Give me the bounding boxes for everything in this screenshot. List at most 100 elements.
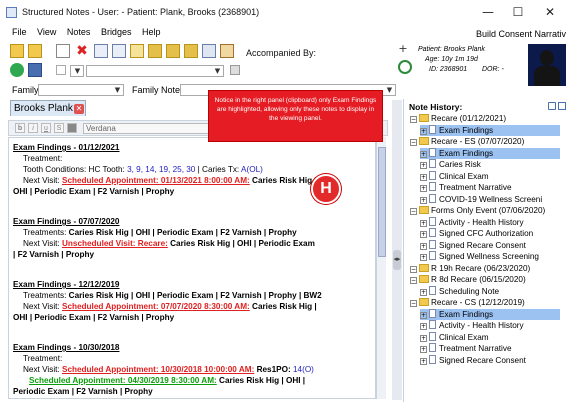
save-icon[interactable] [28, 63, 42, 77]
note-icon[interactable] [130, 44, 144, 58]
build-consent-narratives-link[interactable]: Build Consent Narratives [476, 29, 566, 39]
app-icon [6, 7, 17, 18]
history-item-label: Recare (01/12/2021) [431, 114, 507, 123]
history-item-label: Exam Findings [439, 309, 494, 319]
bold-button[interactable]: b [15, 123, 25, 133]
italic-button[interactable]: i [28, 123, 38, 133]
collapse-icon[interactable]: − [410, 139, 417, 146]
collapse-icon[interactable]: − [410, 116, 417, 123]
collapse-icon[interactable]: − [410, 300, 417, 307]
history-item-label: Recare - CS (12/12/2019) [431, 298, 525, 307]
annotation-callout: Notice in the right panel (clipboard) on… [208, 90, 383, 142]
history-folder[interactable]: − Forms Only Event (07/06/2020) [410, 205, 545, 216]
notes-scrollbar[interactable] [376, 137, 386, 399]
lock-icon[interactable] [148, 44, 162, 58]
expand-icon[interactable]: + [420, 323, 427, 330]
history-note[interactable]: + Clinical Exam [420, 170, 489, 182]
strike-button[interactable]: S [54, 123, 64, 133]
menu-bridges[interactable]: Bridges [101, 27, 132, 37]
history-note[interactable]: + Clinical Exam [420, 331, 489, 343]
refresh-icon[interactable] [10, 63, 24, 77]
family-dropdown[interactable]: ▼ [38, 84, 124, 96]
history-item-label: Signed Recare Consent [439, 355, 526, 365]
print-icon[interactable] [202, 44, 216, 58]
menu-help[interactable]: Help [142, 27, 161, 37]
color-button[interactable] [67, 123, 77, 133]
copy-icon[interactable] [94, 44, 108, 58]
small-document-icon[interactable] [56, 65, 66, 75]
maximize-button[interactable]: ☐ [508, 4, 528, 20]
nav-icon[interactable] [230, 65, 240, 75]
template-dropdown[interactable]: ▼ [86, 65, 224, 77]
expand-icon[interactable]: + [420, 254, 427, 261]
history-note[interactable]: + Treatment Narrative [420, 182, 512, 193]
add-icon[interactable]: + [398, 43, 408, 54]
history-note[interactable]: + Caries Risk [420, 159, 481, 170]
history-folder[interactable]: − R 19h Recare (06/23/2020) [410, 263, 530, 274]
menu-view[interactable]: View [37, 27, 56, 37]
next-visit: Next Visit: Unscheduled Visit: Recare: C… [23, 239, 315, 248]
tab-brooks-plank[interactable]: Brooks Plank ✕ [10, 100, 86, 116]
history-item-label: Signed Wellness Screening [439, 252, 539, 261]
close-tab-icon[interactable]: ✕ [74, 104, 84, 114]
history-note[interactable]: + Signed CFC Authorization [420, 228, 533, 239]
expand-icon[interactable]: + [420, 311, 427, 319]
history-folder[interactable]: − Recare - ES (07/07/2020) [410, 136, 524, 147]
collapse-icon[interactable]: − [410, 277, 417, 284]
history-note[interactable]: + Exam Findings [420, 147, 560, 159]
history-folder[interactable]: − R 8d Recare (06/15/2020) [410, 274, 526, 285]
filter-icon[interactable] [548, 102, 556, 110]
minimize-button[interactable]: — [478, 4, 498, 20]
panel-splitter[interactable]: ◂▸ [392, 100, 402, 400]
expand-icon[interactable]: + [420, 150, 427, 158]
patient-search-icon[interactable] [398, 60, 412, 74]
expand-icon[interactable]: + [420, 219, 427, 227]
history-folder[interactable]: − Recare - CS (12/12/2019) [410, 297, 525, 308]
open-folder-icon[interactable] [10, 44, 24, 58]
menu-file[interactable]: File [12, 27, 27, 37]
lock-all-icon[interactable] [184, 44, 198, 58]
list-view-icon[interactable] [558, 102, 566, 110]
expand-icon[interactable]: + [420, 334, 427, 342]
collapse-icon[interactable]: − [410, 208, 417, 215]
scroll-thumb[interactable] [378, 147, 386, 257]
history-note[interactable]: + Signed Recare Consent [420, 354, 526, 366]
patient-dor: DOR: - [482, 66, 504, 73]
expand-icon[interactable]: + [420, 185, 427, 192]
collapse-icon[interactable]: − [410, 265, 417, 273]
new-folder-icon[interactable] [28, 44, 42, 58]
expand-icon[interactable]: + [420, 162, 427, 169]
history-note[interactable]: + Activity - Health History [420, 320, 524, 331]
unlock-icon[interactable] [166, 44, 180, 58]
history-note[interactable]: + Signed Wellness Screening [420, 251, 539, 262]
history-note[interactable]: + Activity - Health History [420, 216, 524, 228]
document-icon [429, 193, 436, 203]
expand-icon[interactable]: + [420, 242, 427, 250]
style-dropdown[interactable]: ▼ [70, 65, 84, 77]
expand-icon[interactable]: + [420, 127, 427, 135]
history-item-label: Treatment Narrative [439, 344, 512, 353]
expand-icon[interactable]: + [420, 357, 427, 365]
history-note[interactable]: + Exam Findings [420, 308, 560, 320]
history-note[interactable]: + COVID-19 Wellness Screeni [420, 193, 542, 205]
history-folder[interactable]: − Recare (01/12/2021) [410, 113, 506, 124]
expand-icon[interactable]: + [420, 231, 427, 238]
patient-name: Patient: Brooks Plank [418, 46, 485, 53]
edit-pencil-icon[interactable] [220, 44, 234, 58]
expand-icon[interactable]: + [420, 346, 427, 353]
history-note[interactable]: + Signed Recare Consent [420, 239, 526, 251]
underline-button[interactable]: u [41, 123, 51, 133]
document-icon [429, 331, 436, 341]
expand-icon[interactable]: + [420, 173, 427, 181]
paste-icon[interactable] [112, 44, 126, 58]
expand-icon[interactable]: + [420, 196, 427, 204]
history-note[interactable]: + Treatment Narrative [420, 343, 512, 354]
history-note[interactable]: + Exam Findings [420, 124, 560, 136]
delete-icon[interactable]: ✖ [75, 44, 89, 58]
expand-icon[interactable]: + [420, 288, 427, 296]
splitter-grip-icon[interactable]: ◂▸ [393, 250, 401, 270]
history-note[interactable]: + Scheduling Note [420, 285, 499, 297]
close-button[interactable]: ✕ [540, 4, 560, 20]
menu-notes[interactable]: Notes [67, 27, 91, 37]
document-icon[interactable] [56, 44, 70, 58]
